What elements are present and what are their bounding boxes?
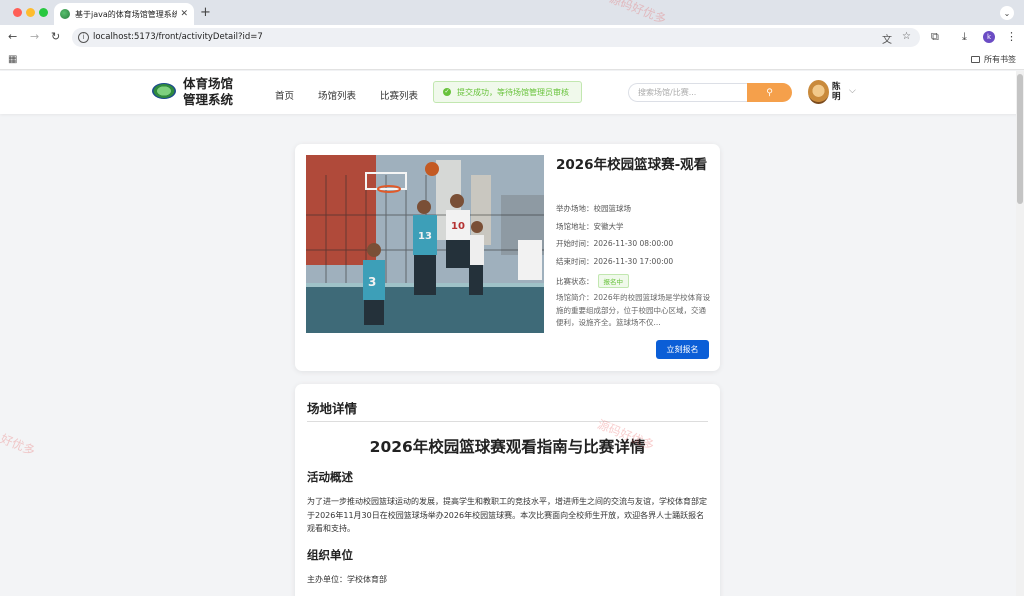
- venue-row: 举办场地：校园篮球场: [556, 203, 631, 214]
- nav-item-home[interactable]: 首页: [275, 88, 294, 102]
- downloads-icon[interactable]: ⤓: [962, 30, 967, 44]
- organizer-text: 主办单位：学校体育部: [307, 575, 387, 584]
- status-label: 比赛状态：: [556, 277, 594, 286]
- organizer-section-title: 组织单位: [307, 548, 353, 562]
- end-time-row: 结束时间：2026-11-30 17:00:00: [556, 256, 673, 267]
- forward-arrow-icon[interactable]: →: [30, 30, 39, 43]
- detail-heading: 场地详情: [307, 401, 358, 416]
- activity-card: 3 13 10 2026年校园篮球赛-观看 举办场地：校园篮球场 场馆地址：安徽…: [295, 144, 720, 371]
- brand-title[interactable]: 体育场馆管理系统: [183, 76, 243, 108]
- browser-menu-icon[interactable]: ⋮: [1006, 30, 1017, 43]
- signup-button[interactable]: 立刻报名: [656, 340, 709, 359]
- search-input[interactable]: [628, 83, 747, 102]
- overview-title: 活动概述: [307, 470, 353, 484]
- site-favicon-icon: [60, 9, 70, 19]
- page-scrollbar-thumb[interactable]: [1017, 74, 1023, 204]
- detail-document-title: 2026年校园篮球赛观看指南与比赛详情: [369, 438, 646, 456]
- nav-item-matches[interactable]: 比赛列表: [380, 88, 418, 102]
- start-time-label: 开始时间：: [556, 239, 594, 248]
- watermark-left: 好优多: [0, 431, 38, 459]
- maximize-window-button[interactable]: [39, 8, 48, 17]
- address-bar[interactable]: i localhost:5173/front/activityDetail?id…: [72, 28, 920, 47]
- stadium-logo-icon[interactable]: [152, 83, 176, 99]
- minimize-window-button[interactable]: [26, 8, 35, 17]
- address-value: 安徽大学: [593, 222, 624, 231]
- all-bookmarks-button[interactable]: 所有书签: [971, 54, 1016, 65]
- end-time-label: 结束时间：: [556, 257, 594, 266]
- reload-icon[interactable]: ↻: [51, 30, 60, 43]
- success-check-icon: ✓: [443, 88, 451, 96]
- address-label: 场馆地址：: [556, 222, 594, 231]
- site-header: 体育场馆管理系统 首页 场馆列表 比赛列表 ✓ 提交成功，等待场馆管理员审核 ⚲…: [0, 71, 1024, 114]
- status-row: 比赛状态： 报名中: [556, 274, 629, 288]
- jersey-number-10: 10: [451, 221, 465, 232]
- detail-card: 场地详情 2026年校园篮球赛观看指南与比赛详情 活动概述 为了进一步推动校园篮…: [295, 384, 720, 596]
- chevron-down-icon[interactable]: ⌵: [849, 86, 856, 96]
- browser-tab-active[interactable]: 基于java的体育场馆管理系统设 ✕: [54, 3, 194, 25]
- user-avatar[interactable]: [808, 80, 829, 104]
- folder-icon: [971, 56, 980, 63]
- extensions-icon[interactable]: ⧉: [931, 30, 939, 44]
- overview-text: 为了进一步推动校园篮球运动的发展，提高学生和教职工的竞技水平，增进师生之间的交流…: [307, 497, 707, 533]
- browser-tab-strip: 基于java的体育场馆管理系统设 ✕ + ⌄: [0, 0, 1024, 25]
- venue-value: 校园篮球场: [593, 204, 632, 213]
- bookmarks-bar: ▦ 所有书签: [0, 50, 1024, 70]
- url-text[interactable]: localhost:5173/front/activityDetail?id=7: [93, 32, 263, 42]
- search-icon: ⚲: [766, 87, 773, 98]
- venue-summary: 场馆简介：2026年的校园篮球场是学校体育设施的重要组成部分，位于校园中心区域，…: [556, 293, 711, 327]
- browser-toolbar: ← → ↻ i localhost:5173/front/activityDet…: [0, 25, 1024, 50]
- end-time-value: 2026-11-30 17:00:00: [593, 257, 674, 266]
- basketball-game-photo: 3 13 10: [306, 155, 544, 333]
- toast-message: 提交成功，等待场馆管理员审核: [457, 87, 569, 97]
- success-toast: ✓ 提交成功，等待场馆管理员审核: [433, 81, 582, 103]
- back-arrow-icon[interactable]: ←: [8, 30, 17, 43]
- translate-icon[interactable]: 文: [882, 31, 892, 46]
- venue-label: 举办场地：: [556, 204, 594, 213]
- divider: [307, 421, 708, 422]
- status-badge: 报名中: [597, 274, 629, 288]
- tab-title: 基于java的体育场馆管理系统设: [75, 9, 178, 19]
- jersey-number-13: 13: [418, 231, 432, 242]
- search-button[interactable]: ⚲: [747, 83, 792, 102]
- site-info-icon[interactable]: i: [78, 32, 89, 43]
- start-time-row: 开始时间：2026-11-30 08:00:00: [556, 238, 673, 249]
- all-bookmarks-label: 所有书签: [984, 55, 1016, 64]
- tab-close-icon[interactable]: ✕: [180, 9, 188, 19]
- activity-photo: 3 13 10: [306, 155, 544, 333]
- user-name[interactable]: 陈明: [832, 82, 842, 102]
- close-window-button[interactable]: [13, 8, 22, 17]
- bookmark-star-icon[interactable]: ☆: [902, 31, 911, 42]
- nav-item-venues[interactable]: 场馆列表: [318, 88, 356, 102]
- profile-avatar[interactable]: k: [983, 31, 995, 43]
- apps-grid-icon[interactable]: ▦: [8, 54, 17, 65]
- address-row: 场馆地址：安徽大学: [556, 221, 624, 232]
- start-time-value: 2026-11-30 08:00:00: [593, 239, 674, 248]
- activity-title: 2026年校园篮球赛-观看: [556, 157, 708, 173]
- tab-search-icon[interactable]: ⌄: [1000, 6, 1014, 20]
- jersey-number-3: 3: [368, 275, 376, 289]
- new-tab-button[interactable]: +: [200, 5, 211, 20]
